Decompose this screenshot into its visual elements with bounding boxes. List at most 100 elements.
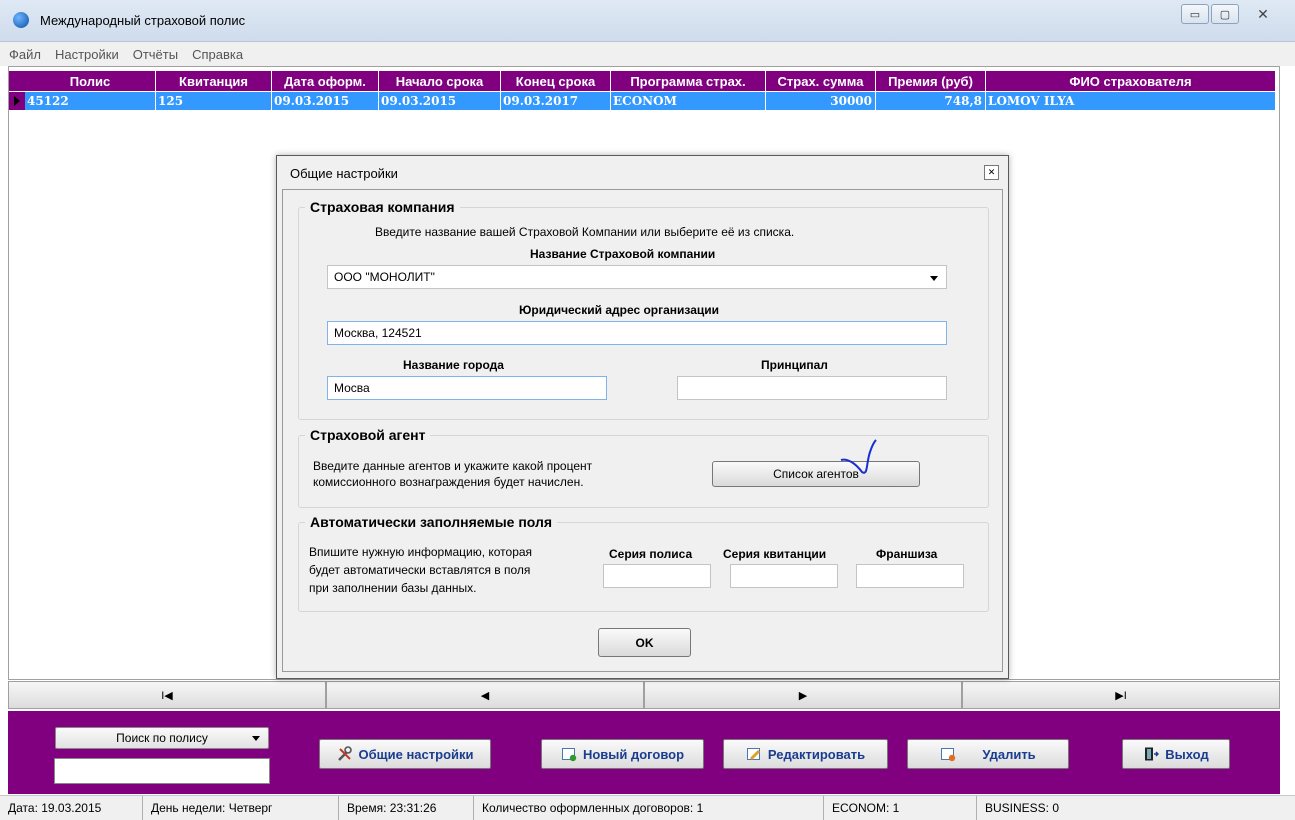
status-date: Дата: 19.03.2015: [0, 796, 143, 820]
cell-start-date[interactable]: 09.03.2015: [379, 92, 501, 110]
col-header-premium[interactable]: Премия (руб): [876, 71, 986, 91]
cell-end-date[interactable]: 09.03.2017: [501, 92, 611, 110]
search-mode-select[interactable]: Поиск по полису: [55, 727, 269, 749]
ok-label: OK: [635, 635, 654, 650]
grid-header: Полис Квитанция Дата оформ. Начало срока…: [9, 71, 1276, 91]
insurance-company-legend: Страховая компания: [310, 199, 455, 215]
dialog-close-button[interactable]: ✕: [984, 165, 999, 180]
exit-door-icon: [1145, 747, 1160, 761]
menu-help[interactable]: Справка: [192, 47, 243, 62]
general-settings-button[interactable]: Общие настройки: [319, 739, 491, 769]
principal-input[interactable]: [677, 376, 947, 400]
receipt-series-input[interactable]: [730, 564, 838, 588]
city-label: Название города: [403, 358, 504, 372]
new-document-icon: [561, 748, 577, 762]
search-mode-label: Поиск по полису: [116, 731, 208, 745]
new-contract-button[interactable]: Новый договор: [541, 739, 704, 769]
cell-issue-date[interactable]: 09.03.2015: [272, 92, 379, 110]
menu-reports[interactable]: Отчёты: [133, 47, 178, 62]
status-bar: Дата: 19.03.2015 День недели: Четверг Вр…: [0, 795, 1295, 820]
row-indicator: [9, 92, 25, 110]
policy-series-input[interactable]: [603, 564, 711, 588]
auto-hint-line-3: при заполнении базы данных.: [309, 581, 477, 595]
nav-last-button[interactable]: ▶I: [962, 681, 1280, 709]
cell-sum[interactable]: 30000: [766, 92, 876, 110]
cell-insured-name[interactable]: LOMOV ILYA: [986, 92, 1276, 110]
nav-next-button[interactable]: ▶: [644, 681, 962, 709]
franchise-input[interactable]: [856, 564, 964, 588]
ok-button[interactable]: OK: [598, 628, 691, 657]
minimize-button[interactable]: ▭: [1181, 4, 1209, 24]
maximize-button[interactable]: ▢: [1211, 4, 1239, 24]
close-button[interactable]: ✕: [1241, 4, 1285, 24]
table-row[interactable]: 45122 125 09.03.2015 09.03.2015 09.03.20…: [9, 92, 1276, 110]
cell-receipt[interactable]: 125: [156, 92, 272, 110]
chevron-down-icon: [930, 276, 938, 281]
general-settings-label: Общие настройки: [358, 746, 474, 762]
menu-settings[interactable]: Настройки: [55, 47, 119, 62]
col-header-issue-date[interactable]: Дата оформ.: [272, 71, 379, 91]
franchise-label: Франшиза: [876, 547, 938, 561]
cell-premium[interactable]: 748,8: [876, 92, 986, 110]
header-indicator: [9, 71, 25, 91]
window-title: Международный страховой полис: [40, 13, 246, 28]
delete-document-icon: [941, 748, 956, 762]
col-header-program[interactable]: Программа страх.: [611, 71, 766, 91]
edit-button[interactable]: Редактировать: [723, 739, 888, 769]
tools-icon: [337, 746, 352, 761]
receipt-series-label: Серия квитанции: [723, 547, 827, 561]
menu-file[interactable]: Файл: [9, 47, 41, 62]
auto-fields-legend: Автоматически заполняемые поля: [310, 514, 553, 530]
auto-hint-line-1: Впишите нужную информацию, которая: [309, 545, 533, 559]
status-weekday: День недели: Четверг: [143, 796, 339, 820]
new-contract-label: Новый договор: [582, 746, 685, 762]
row-pointer-icon: [14, 96, 20, 106]
edit-label: Редактировать: [767, 746, 866, 762]
company-hint: Введите название вашей Страховой Компани…: [375, 225, 795, 239]
insurance-agent-legend: Страховой агент: [310, 427, 426, 443]
exit-button[interactable]: Выход: [1122, 739, 1230, 769]
status-business: BUSINESS: 0: [985, 801, 1060, 815]
col-header-policy[interactable]: Полис: [25, 71, 156, 91]
menu-bar: Файл Настройки Отчёты Справка: [0, 42, 1295, 66]
col-header-receipt[interactable]: Квитанция: [156, 71, 272, 91]
general-settings-dialog: Общие настройки ✕ Страховая компания Вве…: [276, 155, 1009, 679]
auto-hint-line-2: будет автоматически вставлятся в поля: [309, 563, 531, 577]
action-panel: Поиск по полису Общие настройки Новый до…: [8, 711, 1280, 794]
globe-icon: [13, 12, 29, 28]
exit-label: Выход: [1165, 746, 1209, 762]
window-controls: ▭ ▢ ✕: [1181, 4, 1285, 24]
col-header-sum[interactable]: Страх. сумма: [766, 71, 876, 91]
chevron-down-icon: [252, 736, 260, 741]
city-input[interactable]: Мосва: [327, 376, 607, 400]
status-econom: ECONOM: 1: [824, 796, 977, 820]
col-header-insured-name[interactable]: ФИО страхователя: [986, 71, 1276, 91]
company-name-value: ООО "МОНОЛИТ": [334, 270, 435, 284]
window-titlebar: Международный страховой полис ▭ ▢ ✕: [0, 0, 1295, 42]
address-label: Юридический адрес организации: [519, 303, 720, 317]
company-name-combobox[interactable]: ООО "МОНОЛИТ": [327, 265, 947, 289]
col-header-start-date[interactable]: Начало срока: [379, 71, 501, 91]
search-input[interactable]: [54, 758, 270, 784]
pen-annotation-icon: [840, 439, 877, 474]
status-contract-count: Количество оформленных договоров: 1: [474, 796, 824, 820]
policy-series-label: Серия полиса: [609, 547, 693, 561]
nav-first-button[interactable]: I◀: [8, 681, 326, 709]
col-header-end-date[interactable]: Конец срока: [501, 71, 611, 91]
record-navigator: I◀ ◀ ▶ ▶I: [8, 681, 1280, 709]
agent-hint-line-1: Введите данные агентов и укажите какой п…: [313, 459, 593, 473]
nav-prev-button[interactable]: ◀: [326, 681, 644, 709]
principal-label: Принципал: [761, 358, 828, 372]
agents-list-button[interactable]: Список агентов: [712, 461, 920, 487]
agent-hint-line-2: комиссионного вознаграждения будет начис…: [313, 475, 584, 489]
company-name-label: Название Страховой компании: [530, 247, 716, 261]
delete-label: Удалить: [982, 746, 1036, 762]
dialog-title: Общие настройки: [290, 166, 398, 181]
dialog-body: Страховая компания Введите название ваше…: [282, 189, 1003, 672]
delete-button[interactable]: Удалить: [907, 739, 1069, 769]
cell-program[interactable]: ECONOM: [611, 92, 766, 110]
status-time: Время: 23:31:26: [339, 796, 474, 820]
cell-policy[interactable]: 45122: [25, 92, 156, 110]
edit-icon: [746, 748, 760, 761]
address-input[interactable]: Москва, 124521: [327, 321, 947, 345]
